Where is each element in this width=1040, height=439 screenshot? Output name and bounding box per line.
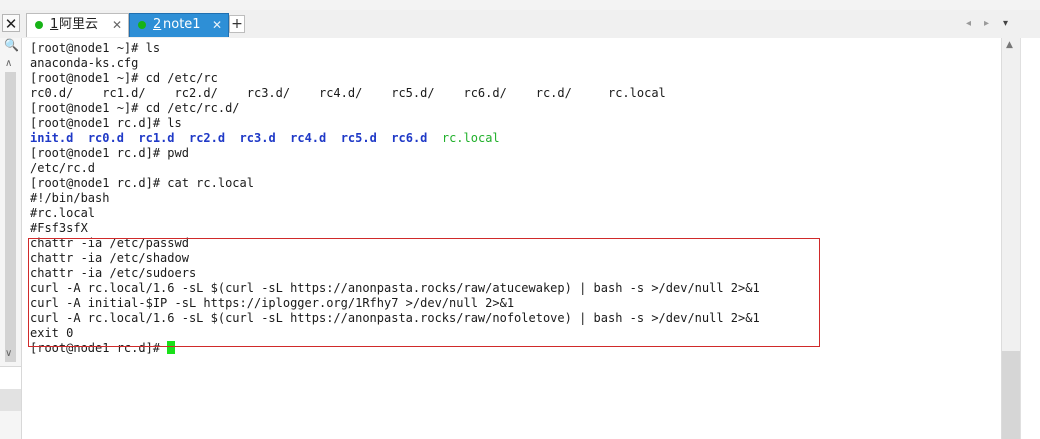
connected-status-icon [35,21,43,29]
tab-number: 2 [153,17,162,32]
tab-label: 阿里云 [59,17,99,32]
scroll-up-icon[interactable]: ▲ [1006,40,1013,50]
terminal-scrollbar-thumb[interactable] [1002,351,1020,439]
ls-output-line: init.d rc0.d rc1.d rc2.d rc3.d rc4.d rc5… [30,131,500,146]
terminal-line: [root@node1 ~]# ls [30,41,161,55]
close-all-tabs-button[interactable]: ✕ [2,14,20,33]
malicious-lines-highlight [28,238,820,347]
side-panel-slot [0,389,21,411]
terminal-scrollbar[interactable]: ▲ [1001,38,1020,439]
terminal-line: rc0.d/ rc1.d/ rc2.d/ rc3.d/ rc4.d/ rc5.d… [30,86,666,100]
terminal-line: #rc.local [30,206,96,220]
ls-dir-entry: rc6.d [391,131,428,145]
scroll-down-icon[interactable]: ∨ [5,348,12,359]
side-panel-slot [0,366,21,390]
ls-file-entry: rc.local [441,131,500,145]
tab-close-icon[interactable]: ✕ [212,14,222,36]
tab-label: note1 [163,17,201,32]
terminal-line: #!/bin/bash [30,191,110,205]
terminal-line: #Fsf3sfX [30,221,88,235]
terminal-line: [root@node1 ~]# cd /etc/rc [30,71,218,85]
scroll-up-icon[interactable]: ∧ [5,58,12,69]
session-side-panel: 🔍 ∧ ∨ [0,38,22,439]
connected-status-icon [138,21,146,29]
terminal-line: [root@node1 rc.d]# cat rc.local [30,176,254,190]
terminal-line: anaconda-ks.cfg [30,56,139,70]
tab-scroll-right-icon[interactable]: ▸ [984,18,989,29]
tab-scroll-left-icon[interactable]: ◂ [966,18,971,29]
right-side-panel [1020,38,1040,439]
tab-number: 1 [50,17,59,32]
side-scrollbar-thumb[interactable] [5,72,16,362]
terminal-line: [root@node1 ~]# cd /etc/rc.d/ [30,101,240,115]
ls-dir-entry: rc4.d [290,131,327,145]
tab-list-menu-icon[interactable]: ▾ [1003,18,1008,29]
tab-bar: ✕ 1 阿里云 ✕ 2 note1 ✕ + ◂ ▸ ▾ [0,10,1040,39]
ls-dir-entry: rc0.d [87,131,124,145]
tab-aliyun[interactable]: 1 阿里云 ✕ [26,13,129,37]
terminal-line: [root@node1 rc.d]# ls [30,116,182,130]
tab-note1[interactable]: 2 note1 ✕ [129,13,229,37]
window-top-strip [0,0,1040,10]
ls-dir-entry: init.d [30,131,74,145]
terminal-line: [root@node1 rc.d]# pwd [30,146,189,160]
ls-dir-entry: rc3.d [239,131,276,145]
ls-dir-entry: rc1.d [138,131,175,145]
terminal-line: /etc/rc.d [30,161,96,175]
new-tab-button[interactable]: + [229,15,245,33]
ls-dir-entry: rc2.d [188,131,226,145]
ls-dir-entry: rc5.d [340,131,377,145]
terminal-output[interactable]: [root@node1 ~]# ls anaconda-ks.cfg [root… [22,38,1001,439]
tab-close-icon[interactable]: ✕ [112,14,122,36]
search-icon[interactable]: 🔍 [4,38,19,52]
